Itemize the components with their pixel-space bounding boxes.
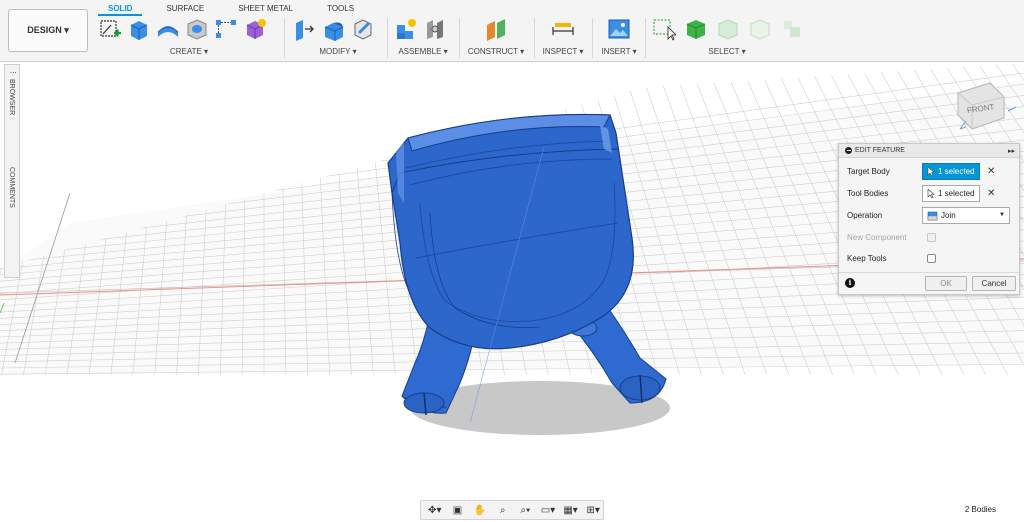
insert-menu[interactable]: INSERT ▾ bbox=[598, 47, 640, 56]
orbit-icon[interactable]: ✥▾ bbox=[425, 503, 445, 517]
keep-tools-checkbox[interactable] bbox=[927, 254, 936, 263]
select-group: SELECT ▾ bbox=[652, 17, 802, 61]
cursor-icon bbox=[927, 167, 935, 176]
tab-surface[interactable]: SURFACE bbox=[156, 2, 214, 16]
browser-strip[interactable]: ⋮ BROWSER COMMENTS bbox=[4, 64, 20, 278]
assemble-menu[interactable]: ASSEMBLE ▾ bbox=[394, 47, 452, 56]
create-menu[interactable]: CREATE ▾ bbox=[98, 47, 280, 56]
target-body-selector[interactable]: 1 selected bbox=[922, 163, 980, 180]
create-sketch-icon[interactable] bbox=[98, 17, 122, 41]
expand-arrows-icon[interactable]: ▸▸ bbox=[1008, 147, 1015, 155]
tool-bodies-selector[interactable]: 1 selected bbox=[922, 185, 980, 202]
clear-tools-icon[interactable]: ✕ bbox=[987, 188, 995, 199]
joint-icon[interactable] bbox=[423, 17, 447, 41]
inspect-menu[interactable]: INSPECT ▾ bbox=[540, 47, 586, 56]
insert-group: INSERT ▾ bbox=[598, 17, 640, 61]
insert-image-icon[interactable] bbox=[607, 17, 631, 41]
shell-icon[interactable] bbox=[351, 17, 375, 41]
comments-tab[interactable]: COMMENTS bbox=[8, 167, 15, 208]
construct-menu[interactable]: CONSTRUCT ▾ bbox=[464, 47, 528, 56]
tab-solid[interactable]: SOLID bbox=[98, 2, 143, 16]
collapse-icon[interactable] bbox=[845, 147, 852, 154]
keep-tools-label: Keep Tools bbox=[847, 254, 887, 263]
keep-tools-row: Keep Tools bbox=[839, 249, 1019, 269]
revolve-icon[interactable] bbox=[156, 17, 180, 41]
extrude-icon[interactable] bbox=[127, 17, 151, 41]
pan-icon[interactable]: ✋ bbox=[470, 503, 490, 517]
select-edge-icon[interactable] bbox=[748, 17, 772, 41]
create-group: CREATE ▾ bbox=[98, 17, 280, 61]
tab-sheet-metal[interactable]: SHEET METAL bbox=[228, 2, 303, 16]
look-at-icon[interactable]: ▣ bbox=[448, 503, 468, 517]
edit-feature-panel: EDIT FEATURE ▸▸ Target Body 1 selected ✕… bbox=[838, 143, 1020, 295]
tab-tools[interactable]: TOOLS bbox=[317, 2, 364, 16]
new-component-row: New Component bbox=[839, 228, 1019, 248]
offset-plane-icon[interactable] bbox=[484, 17, 508, 41]
select-face-icon[interactable] bbox=[716, 17, 740, 41]
new-component-icon[interactable] bbox=[394, 17, 418, 41]
fit-icon[interactable]: ⌕▾ bbox=[516, 503, 536, 517]
separator bbox=[387, 18, 388, 58]
cancel-button[interactable]: Cancel bbox=[972, 276, 1016, 291]
bodies-count: 2 Bodies bbox=[964, 505, 996, 514]
target-body-label: Target Body bbox=[847, 167, 890, 176]
select-through-icon[interactable] bbox=[780, 17, 804, 41]
cursor-icon bbox=[927, 189, 935, 198]
separator bbox=[459, 18, 460, 58]
panel-header[interactable]: EDIT FEATURE ▸▸ bbox=[839, 144, 1019, 158]
operation-row: Operation Join ▼ bbox=[839, 206, 1019, 226]
operation-dropdown[interactable]: Join ▼ bbox=[922, 207, 1010, 224]
display-settings-icon[interactable]: ▭▾ bbox=[538, 503, 558, 517]
modify-group: MODIFY ▾ bbox=[293, 17, 383, 61]
target-body-row: Target Body 1 selected ✕ bbox=[839, 162, 1019, 182]
new-component-checkbox[interactable] bbox=[927, 233, 936, 242]
operation-label: Operation bbox=[847, 211, 883, 220]
design-workspace-button[interactable]: DESIGN ▾ bbox=[8, 9, 88, 52]
zoom-icon[interactable]: ⌕ bbox=[493, 503, 513, 517]
clear-target-icon[interactable]: ✕ bbox=[987, 166, 995, 177]
fusion-window: DESIGN ▾ SOLID SURFACE SHEET METAL TOOLS bbox=[0, 0, 1024, 522]
select-body-icon[interactable] bbox=[684, 17, 708, 41]
join-icon bbox=[927, 211, 938, 220]
operation-value: Join bbox=[941, 211, 956, 220]
browser-tab[interactable]: BROWSER bbox=[8, 79, 15, 115]
info-icon[interactable]: i bbox=[845, 278, 855, 288]
chevron-down-icon: ▼ bbox=[999, 212, 1005, 218]
create-form-icon[interactable] bbox=[243, 17, 267, 41]
grid-settings-icon[interactable]: ▦▾ bbox=[561, 503, 581, 517]
modify-menu[interactable]: MODIFY ▾ bbox=[293, 47, 383, 56]
browser-handle-icon: ⋮ bbox=[9, 69, 16, 76]
separator bbox=[534, 18, 535, 58]
panel-footer: i OK Cancel bbox=[839, 272, 1019, 294]
press-pull-icon[interactable] bbox=[293, 17, 317, 41]
separator bbox=[592, 18, 593, 58]
inspect-group: INSPECT ▾ bbox=[540, 17, 586, 61]
tool-bodies-label: Tool Bodies bbox=[847, 189, 889, 198]
tool-bodies-value: 1 selected bbox=[938, 189, 975, 198]
assemble-group: ASSEMBLE ▾ bbox=[394, 17, 452, 61]
fillet-icon[interactable] bbox=[322, 17, 346, 41]
toolbar-tabs: SOLID SURFACE SHEET METAL TOOLS bbox=[98, 2, 364, 16]
pattern-icon[interactable] bbox=[214, 17, 238, 41]
ok-button[interactable]: OK bbox=[925, 276, 967, 291]
select-menu[interactable]: SELECT ▾ bbox=[652, 47, 802, 56]
new-component-label: New Component bbox=[847, 233, 907, 242]
panel-title: EDIT FEATURE bbox=[855, 147, 905, 154]
select-window-icon[interactable] bbox=[652, 17, 677, 41]
target-body-value: 1 selected bbox=[938, 167, 975, 176]
separator bbox=[645, 18, 646, 58]
measure-icon[interactable] bbox=[551, 17, 575, 41]
hole-icon[interactable] bbox=[185, 17, 209, 41]
construct-group: CONSTRUCT ▾ bbox=[464, 17, 528, 61]
separator bbox=[284, 18, 285, 58]
tool-bodies-row: Tool Bodies 1 selected ✕ bbox=[839, 184, 1019, 204]
viewports-icon[interactable]: ⊞▾ bbox=[583, 503, 603, 517]
toolbar: DESIGN ▾ SOLID SURFACE SHEET METAL TOOLS bbox=[0, 0, 1024, 62]
navigation-bar: ✥▾ ▣ ✋ ⌕ ⌕▾ ▭▾ ▦▾ ⊞▾ bbox=[420, 500, 604, 520]
